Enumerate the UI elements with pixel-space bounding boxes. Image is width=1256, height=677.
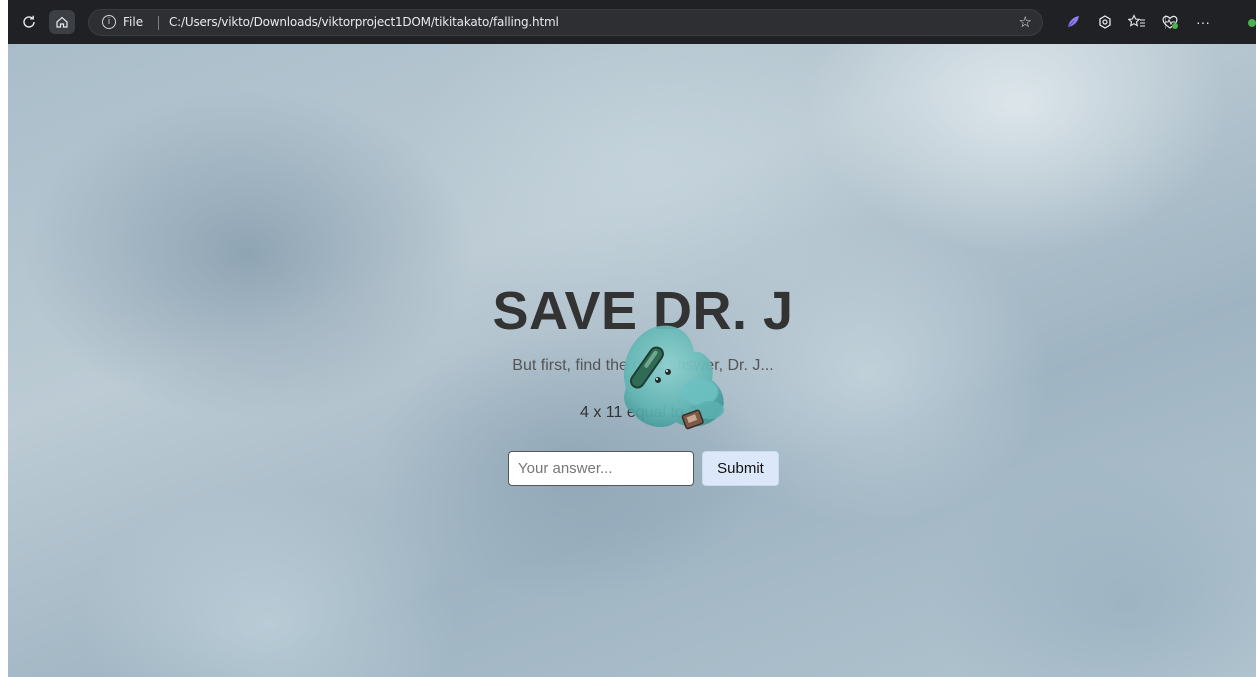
address-scheme-label: File (123, 15, 144, 29)
page-viewport: SAVE DR. J But first, find the right ans… (8, 44, 1256, 677)
address-url[interactable]: C:/Users/vikto/Downloads/viktorproject1D… (169, 15, 559, 29)
home-icon[interactable] (49, 10, 75, 34)
browser-window: i File C:/Users/vikto/Downloads/viktorpr… (8, 0, 1256, 677)
heart-pulse-icon[interactable] (1159, 11, 1181, 33)
favorites-icon[interactable] (1126, 11, 1148, 33)
answer-input[interactable] (508, 451, 694, 486)
reload-icon[interactable] (18, 11, 40, 33)
feather-extension-icon[interactable] (1062, 11, 1084, 33)
browser-toolbar: i File C:/Users/vikto/Downloads/viktorpr… (8, 0, 1256, 44)
more-icon[interactable]: ··· (1192, 11, 1214, 33)
copilot-icon[interactable] (1094, 11, 1116, 33)
game-container: SAVE DR. J But first, find the right ans… (8, 44, 1256, 677)
profile-status-dot (1248, 19, 1256, 27)
submit-button[interactable]: Submit (702, 451, 779, 486)
address-bar[interactable]: i File C:/Users/vikto/Downloads/viktorpr… (88, 9, 1043, 36)
address-separator (158, 16, 159, 30)
blue-creature-icon (608, 322, 736, 440)
info-icon[interactable]: i (102, 15, 116, 29)
star-icon[interactable]: ☆ (1019, 13, 1032, 31)
